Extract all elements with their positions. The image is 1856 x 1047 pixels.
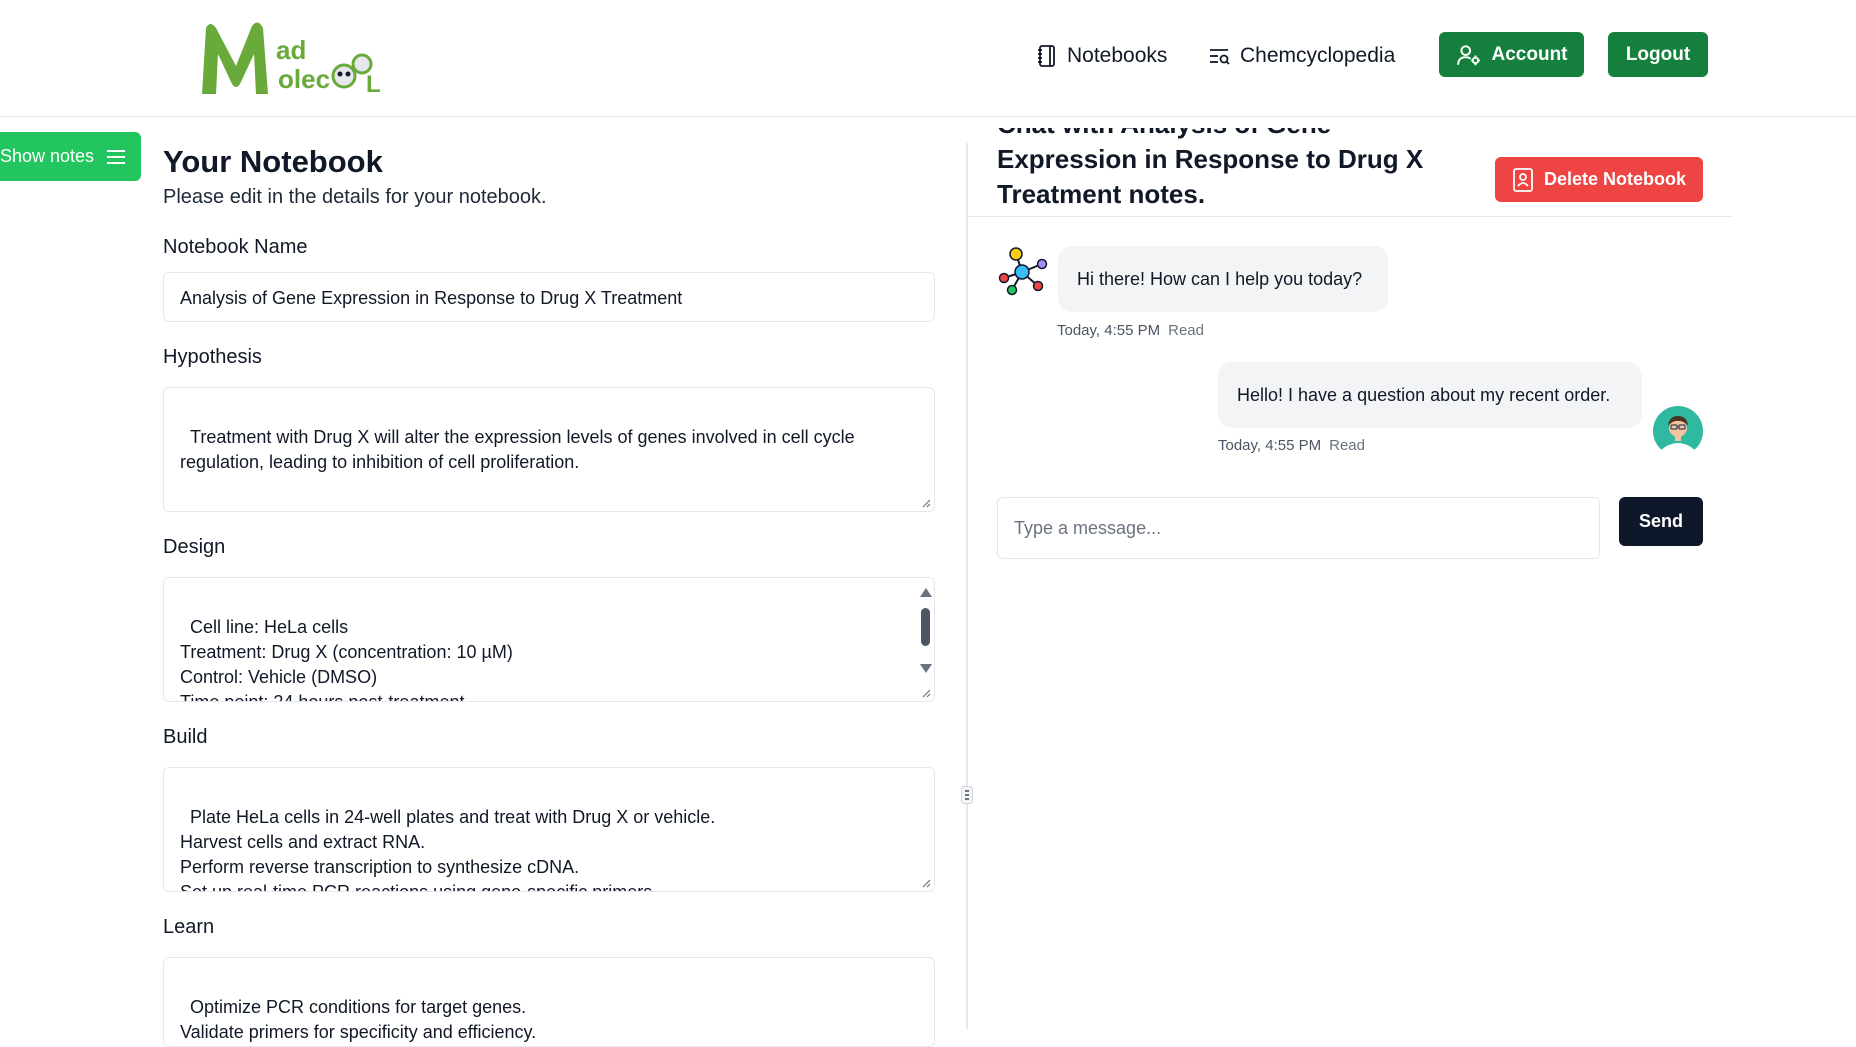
chat-message-input[interactable] — [997, 497, 1600, 559]
logout-button-label: Logout — [1625, 43, 1691, 65]
bot-molecule-avatar-icon — [998, 247, 1048, 296]
panel-resize-handle[interactable] — [961, 786, 973, 804]
page-subtitle: Please edit in the details for your note… — [163, 186, 547, 208]
nav-notebooks[interactable]: Notebooks — [1035, 42, 1167, 70]
bot-message-text: Hi there! How can I help you today? — [1077, 268, 1363, 289]
bot-message-meta: Today, 4:55 PM Read — [1057, 322, 1204, 339]
mad-molecool-logo[interactable]: ad olec L — [196, 14, 382, 100]
top-navbar: ad olec L Notebooks Chemcyclopedia Accou… — [0, 0, 1856, 117]
build-label: Build — [163, 726, 208, 748]
svg-text:ad: ad — [276, 35, 306, 65]
svg-text:olec: olec — [278, 64, 330, 94]
user-message-time: Today, 4:55 PM — [1218, 437, 1322, 454]
send-button-label: Send — [1638, 511, 1683, 531]
notebook-icon — [1038, 45, 1055, 67]
bot-message-bubble: Hi there! How can I help you today? — [1058, 246, 1388, 312]
nav-chemcyclopedia[interactable]: Chemcyclopedia — [1208, 42, 1395, 70]
bot-message-time: Today, 4:55 PM — [1057, 322, 1161, 339]
scroll-up-icon[interactable] — [920, 588, 932, 597]
design-text: Cell line: HeLa cells Treatment: Drug X … — [180, 617, 513, 702]
design-textarea[interactable]: Cell line: HeLa cells Treatment: Drug X … — [163, 577, 935, 702]
svg-text:L: L — [366, 71, 381, 98]
hypothesis-textarea[interactable]: Treatment with Drug X will alter the exp… — [163, 387, 935, 512]
delete-notebook-label: Delete Notebook — [1543, 169, 1687, 189]
document-icon — [1513, 167, 1533, 192]
build-text: Plate HeLa cells in 24-well plates and t… — [180, 807, 716, 892]
notebook-name-input[interactable]: Analysis of Gene Expression in Response … — [163, 272, 935, 322]
hypothesis-label: Hypothesis — [163, 346, 262, 368]
user-message-bubble: Hello! I have a question about my recent… — [1218, 362, 1642, 428]
user-message-text: Hello! I have a question about my recent… — [1237, 384, 1611, 405]
chat-title-container: Chat with Analysis of Gene Expression in… — [997, 128, 1477, 228]
text-search-icon — [1210, 49, 1230, 65]
learn-label: Learn — [163, 916, 215, 938]
bot-message-status: Read — [1168, 322, 1204, 339]
logout-button[interactable]: Logout — [1608, 32, 1708, 77]
learn-text: Optimize PCR conditions for target genes… — [180, 997, 537, 1042]
learn-textarea[interactable]: Optimize PCR conditions for target genes… — [163, 957, 935, 1047]
chat-title: Chat with Analysis of Gene Expression in… — [997, 128, 1424, 209]
resize-handle-icon[interactable] — [921, 878, 931, 888]
design-label: Design — [163, 536, 226, 558]
design-scrollbar[interactable] — [916, 578, 934, 701]
show-notes-button[interactable]: Show notes — [0, 132, 141, 181]
menu-icon — [107, 149, 126, 164]
delete-notebook-button[interactable]: Delete Notebook — [1495, 157, 1703, 202]
scroll-down-icon[interactable] — [920, 664, 932, 673]
resize-handle-icon[interactable] — [921, 688, 931, 698]
user-message-meta: Today, 4:55 PM Read — [1218, 437, 1365, 454]
account-button-label: Account — [1491, 43, 1568, 65]
user-settings-icon — [1456, 44, 1480, 65]
notebook-name-label: Notebook Name — [163, 236, 308, 258]
resize-handle-icon[interactable] — [921, 498, 931, 508]
panel-divider — [966, 143, 968, 1029]
build-textarea[interactable]: Plate HeLa cells in 24-well plates and t… — [163, 767, 935, 892]
nav-notebooks-label: Notebooks — [1067, 44, 1168, 67]
show-notes-label: Show notes — [0, 146, 95, 166]
user-avatar-icon — [1653, 406, 1703, 456]
scroll-thumb[interactable] — [921, 608, 930, 646]
nav-chemcyclopedia-label: Chemcyclopedia — [1240, 44, 1396, 67]
user-message-status: Read — [1329, 437, 1365, 454]
chat-header-divider — [967, 216, 1732, 217]
send-button[interactable]: Send — [1619, 497, 1703, 546]
page-title: Your Notebook — [163, 144, 383, 179]
hypothesis-text: Treatment with Drug X will alter the exp… — [180, 427, 860, 472]
account-button[interactable]: Account — [1439, 32, 1584, 77]
